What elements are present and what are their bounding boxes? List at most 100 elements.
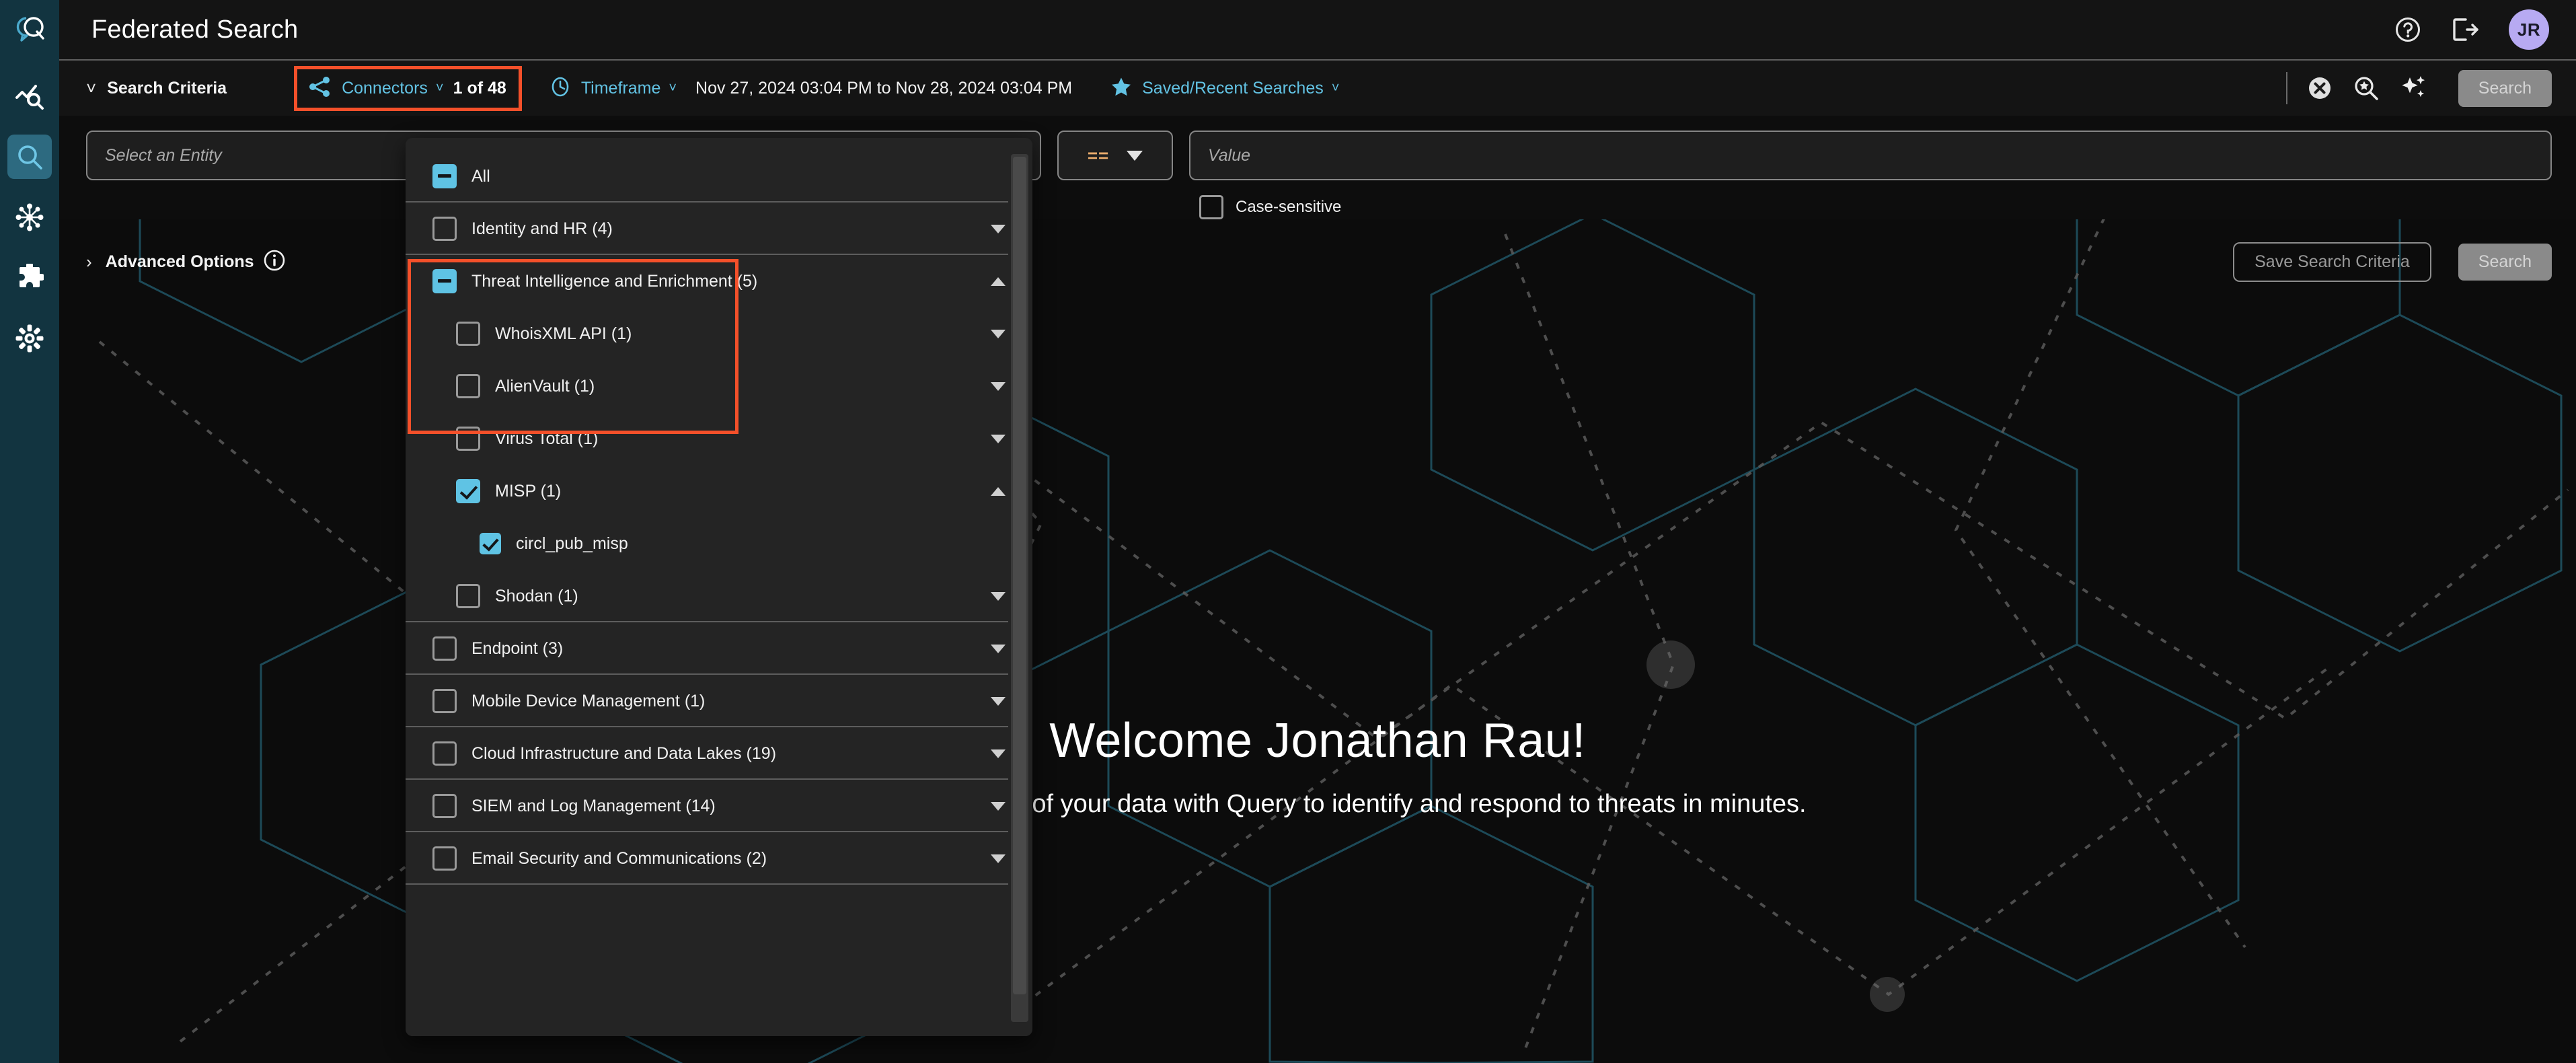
expand-triangle-down-icon[interactable] <box>991 381 1006 391</box>
connector-row[interactable]: Identity and HR (4) <box>406 203 1032 255</box>
connector-checkbox[interactable] <box>432 689 457 713</box>
connector-label: circl_pub_misp <box>516 534 628 553</box>
expand-triangle-down-icon[interactable] <box>991 749 1006 758</box>
connectors-count: 1 of 48 <box>453 78 506 98</box>
connector-row[interactable]: WhoisXML API (1) <box>406 307 1032 360</box>
sidebar-item-federated-search[interactable] <box>7 135 52 179</box>
expand-triangle-down-icon[interactable] <box>991 434 1006 443</box>
search-criteria-label: Search Criteria <box>107 78 227 98</box>
info-circle-icon[interactable] <box>264 250 285 274</box>
search-icon <box>16 143 43 170</box>
network-nodes-icon <box>15 203 44 231</box>
main-area: Welcome Jonathan Rau! Search across all … <box>59 0 2576 1063</box>
connector-checkbox[interactable] <box>456 584 480 608</box>
connector-label: Identity and HR (4) <box>471 219 613 238</box>
connector-label: Endpoint (3) <box>471 638 564 658</box>
connector-checkbox[interactable] <box>432 217 457 241</box>
star-icon <box>1111 77 1131 100</box>
chevron-down-icon: ˅ <box>669 80 677 96</box>
connector-row[interactable]: Email Security and Communications (2) <box>406 832 1032 885</box>
connector-row[interactable]: MISP (1) <box>406 465 1032 517</box>
sidebar-item-settings[interactable] <box>7 316 52 361</box>
connector-checkbox[interactable] <box>456 427 480 451</box>
chevron-down-icon: ˅ <box>1331 80 1340 96</box>
connectors-dropdown-panel: All Identity and HR (4) Threat Intelligenc… <box>406 138 1032 1036</box>
connector-row[interactable]: Shodan (1) <box>406 570 1032 622</box>
connector-checkbox[interactable] <box>480 533 501 554</box>
operator-select[interactable]: == <box>1057 131 1173 180</box>
puzzle-piece-icon <box>15 264 44 292</box>
collapse-triangle-up-icon[interactable] <box>991 277 1006 286</box>
operator-value: == <box>1087 145 1110 166</box>
expand-triangle-down-icon[interactable] <box>991 854 1006 863</box>
search-button-top[interactable]: Search <box>2458 69 2552 107</box>
query-logo-icon <box>14 15 45 42</box>
avatar[interactable]: JR <box>2509 9 2549 50</box>
connector-checkbox[interactable] <box>456 322 480 346</box>
connector-label: AlienVault (1) <box>495 376 595 396</box>
search-button-bottom[interactable]: Search <box>2458 244 2552 281</box>
clear-circle-x-icon[interactable] <box>2308 76 2332 100</box>
expand-triangle-down-icon[interactable] <box>991 329 1006 338</box>
help-circle-icon[interactable] <box>2394 16 2421 43</box>
connector-label: SIEM and Log Management (14) <box>471 796 716 815</box>
expand-triangle-down-icon[interactable] <box>991 224 1006 233</box>
connector-label: Virus Total (1) <box>495 429 599 448</box>
vertical-divider <box>2285 72 2287 104</box>
connector-row[interactable]: Cloud Infrastructure and Data Lakes (19) <box>406 727 1032 780</box>
collapse-triangle-up-icon[interactable] <box>991 486 1006 496</box>
case-sensitive-checkbox[interactable] <box>1199 195 1223 219</box>
connector-label: Shodan (1) <box>495 586 578 606</box>
expand-triangle-down-icon[interactable] <box>991 644 1006 653</box>
advanced-options-label: Advanced Options <box>105 252 254 271</box>
connector-checkbox[interactable] <box>432 164 457 188</box>
save-search-criteria-button[interactable]: Save Search Criteria <box>2233 242 2431 282</box>
connector-label: WhoisXML API (1) <box>495 324 632 343</box>
connectors-selector[interactable]: Connectors ˅ 1 of 48 <box>294 65 522 111</box>
expand-triangle-down-icon[interactable] <box>991 801 1006 811</box>
chevron-down-icon[interactable]: ˅ <box>86 79 96 97</box>
connector-checkbox[interactable] <box>456 374 480 398</box>
connector-row[interactable]: AlienVault (1) <box>406 360 1032 412</box>
sidebar-item-integrations[interactable] <box>7 256 52 300</box>
connector-label: Threat Intelligence and Enrichment (5) <box>471 271 758 291</box>
connector-checkbox[interactable] <box>456 479 480 503</box>
connector-checkbox[interactable] <box>432 636 457 661</box>
case-sensitive-label: Case-sensitive <box>1236 198 1342 216</box>
logout-icon[interactable] <box>2451 16 2479 43</box>
search-criteria-bar: ˅ Search Criteria Connectors ˅ 1 of 48 T… <box>59 59 2576 116</box>
connector-checkbox[interactable] <box>432 794 457 818</box>
connector-checkbox[interactable] <box>432 269 457 293</box>
timeframe-range: Nov 27, 2024 03:04 PM to Nov 28, 2024 03… <box>695 78 1073 98</box>
chart-search-icon <box>15 83 44 110</box>
share-nodes-icon <box>309 76 331 101</box>
sidebar-item-investigate[interactable] <box>7 74 52 118</box>
sidebar-item-graph[interactable] <box>7 195 52 240</box>
sidebar-item-logo[interactable] <box>7 7 52 51</box>
connector-checkbox[interactable] <box>432 741 457 766</box>
chevron-down-icon: ˅ <box>435 80 444 96</box>
connector-checkbox[interactable] <box>432 846 457 871</box>
gear-icon <box>15 324 44 353</box>
search-favorite-icon[interactable] <box>2353 75 2379 101</box>
saved-searches-selector[interactable]: Saved/Recent Searches ˅ <box>1111 77 1349 100</box>
chevron-right-icon[interactable]: › <box>86 252 92 272</box>
expand-triangle-down-icon[interactable] <box>991 696 1006 706</box>
dropdown-scrollbar-thumb[interactable] <box>1013 157 1026 994</box>
connector-row[interactable]: All <box>406 150 1032 203</box>
timeframe-selector[interactable]: Timeframe ˅ Nov 27, 2024 03:04 PM to Nov… <box>550 77 1072 100</box>
value-input[interactable]: Value <box>1189 131 2552 180</box>
connector-label: Mobile Device Management (1) <box>471 691 706 710</box>
saved-searches-label: Saved/Recent Searches <box>1142 78 1324 98</box>
expand-triangle-down-icon[interactable] <box>991 591 1006 601</box>
connector-row[interactable]: circl_pub_misp <box>406 517 1032 570</box>
connector-label: MISP (1) <box>495 481 562 501</box>
clock-icon <box>550 77 570 100</box>
connector-row[interactable]: SIEM and Log Management (14) <box>406 780 1032 832</box>
connector-label: Cloud Infrastructure and Data Lakes (19) <box>471 743 777 763</box>
connector-row[interactable]: Threat Intelligence and Enrichment (5) <box>406 255 1032 307</box>
connector-row[interactable]: Mobile Device Management (1) <box>406 675 1032 727</box>
connector-row[interactable]: Endpoint (3) <box>406 622 1032 675</box>
sparkles-icon[interactable] <box>2400 75 2427 101</box>
connector-row[interactable]: Virus Total (1) <box>406 412 1032 465</box>
